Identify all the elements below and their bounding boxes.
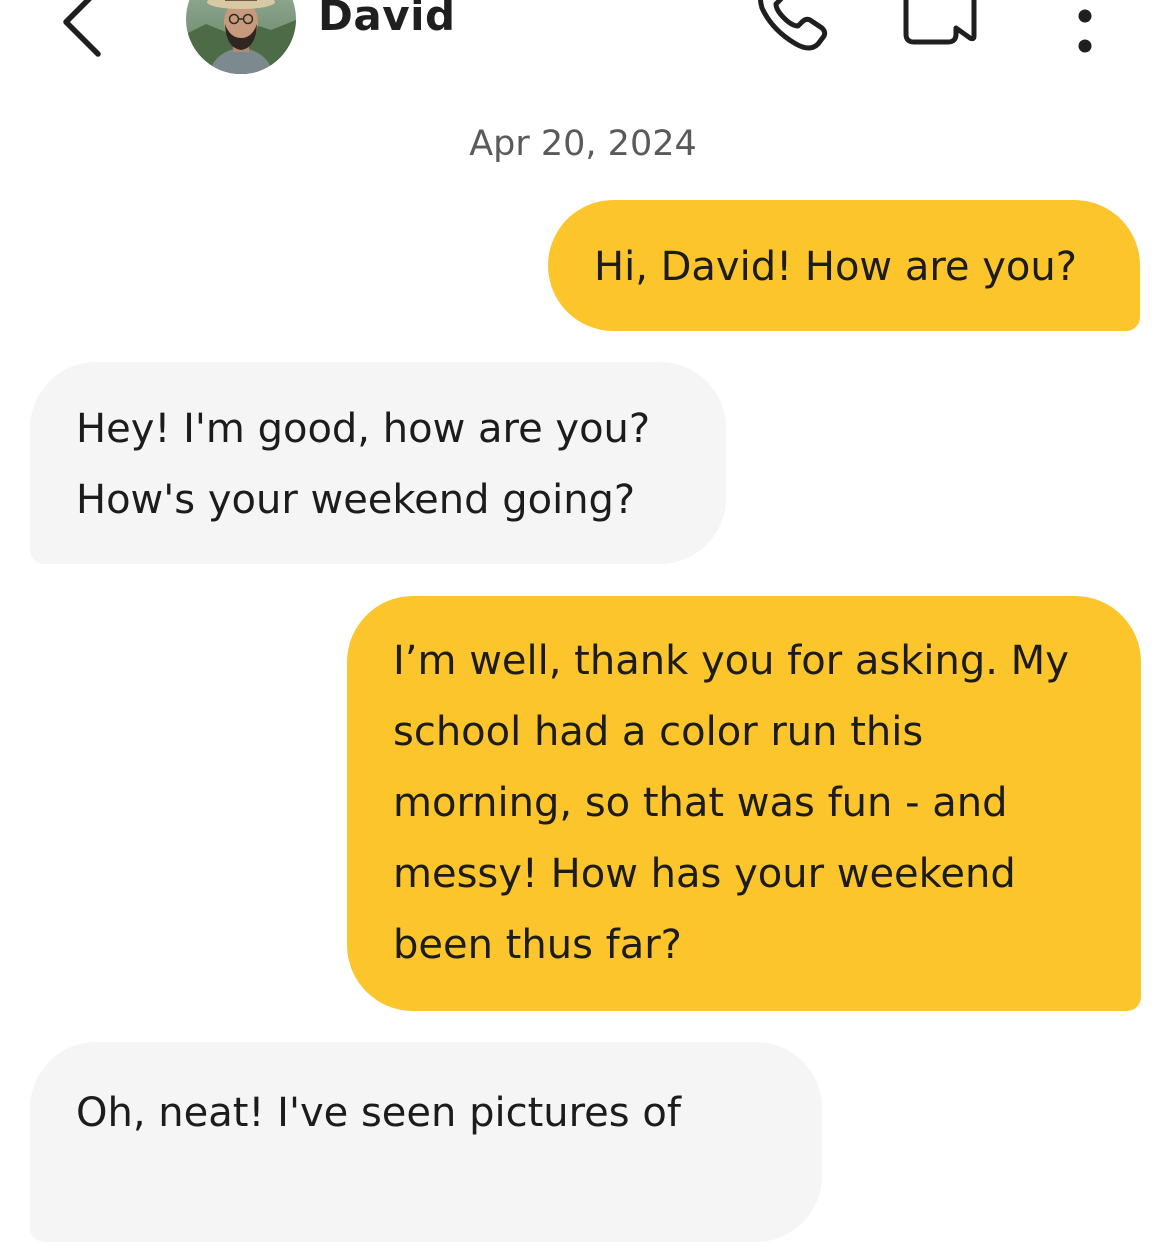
- message-text: school had a color run this: [393, 709, 924, 755]
- chat-header: David: [0, 0, 1160, 90]
- message-text: How's your weekend going?: [76, 477, 636, 523]
- message-bubble-incoming[interactable]: Oh, neat! I've seen pictures of: [30, 1042, 822, 1242]
- contact-name[interactable]: David: [318, 0, 456, 48]
- more-vertical-icon: [1078, 9, 1092, 53]
- video-call-button[interactable]: [898, 0, 982, 50]
- message-text: Hey! I'm good, how are you?: [76, 406, 651, 452]
- message-bubble-outgoing[interactable]: Hi, David! How are you?: [548, 200, 1140, 331]
- video-camera-icon: [903, 0, 977, 45]
- call-button[interactable]: [752, 0, 832, 56]
- date-divider: Apr 20, 2024: [469, 124, 697, 164]
- message-bubble-outgoing[interactable]: I’m well, thank you for asking. My schoo…: [347, 596, 1141, 1011]
- contact-photo: [186, 0, 296, 74]
- message-text: been thus far?: [393, 922, 682, 968]
- message-bubble-incoming[interactable]: Hey! I'm good, how are you? How's your w…: [30, 362, 726, 564]
- message-text: Hi, David! How are you?: [594, 244, 1077, 290]
- more-options-button[interactable]: [1062, 0, 1108, 64]
- message-text: Oh, neat! I've seen pictures of: [76, 1090, 681, 1136]
- message-text: morning, so that was fun - and: [393, 780, 1008, 826]
- chevron-left-icon: [63, 0, 101, 57]
- message-text: messy! How has your weekend: [393, 851, 1016, 897]
- back-button[interactable]: [52, 0, 112, 66]
- phone-icon: [758, 0, 828, 51]
- avatar[interactable]: [186, 0, 296, 74]
- message-text: I’m well, thank you for asking. My: [393, 638, 1069, 684]
